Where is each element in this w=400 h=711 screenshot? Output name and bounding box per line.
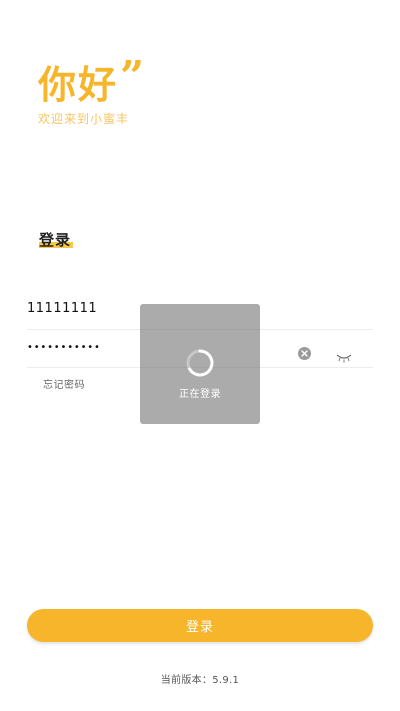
login-button[interactable]: 登录 [27, 609, 373, 642]
greeting: 你好 ” [38, 52, 145, 108]
version-text: 当前版本：5.9.1 [160, 675, 240, 686]
loading-dialog: 正在登录 [140, 304, 260, 424]
password-input[interactable]: ••••••••••• [27, 342, 101, 353]
clear-circle-icon[interactable] [298, 347, 311, 360]
login-button-label: 登录 [185, 620, 214, 635]
account-input[interactable]: 11111111 [27, 301, 97, 316]
login-heading: 登录 [39, 231, 72, 249]
eye-closed-icon[interactable] [336, 348, 352, 363]
login-heading-block: 登录 [39, 229, 73, 249]
loading-text: 正在登录 [179, 389, 221, 400]
forgot-password-link[interactable]: 忘记密码 [43, 376, 85, 391]
welcome-subtitle: 欢迎来到小蜜丰 [38, 112, 130, 126]
greeting-title: 你好 [38, 63, 119, 107]
login-screen: 你好 ” 欢迎来到小蜜丰 登录 11111111 ••••••••••• 忘记密… [0, 0, 400, 711]
loading-spinner-icon [186, 349, 214, 377]
quote-mark: ” [120, 52, 145, 101]
